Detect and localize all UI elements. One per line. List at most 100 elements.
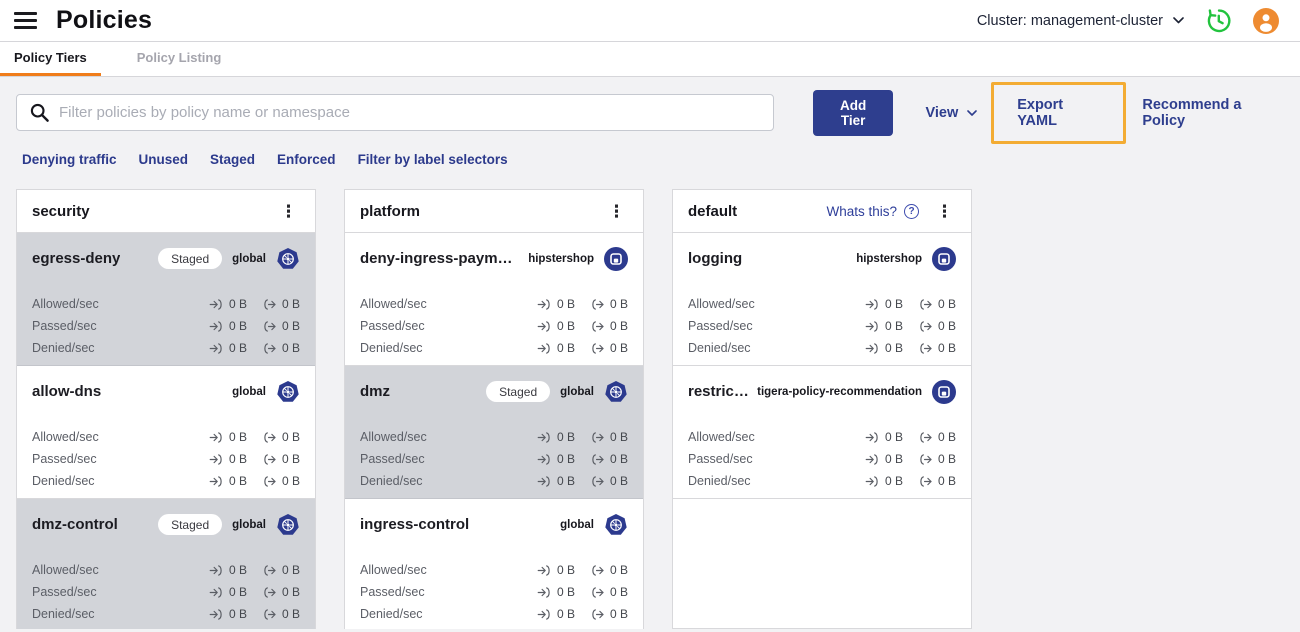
policy-card[interactable]: logging hipstershop Allowed/sec 0 B0 B Pas… bbox=[673, 233, 971, 366]
tab-policy-listing[interactable]: Policy Listing bbox=[123, 42, 236, 76]
policy-card[interactable]: allow-dns global Allowed/sec 0 B0 B Passed… bbox=[17, 366, 315, 499]
egress-icon bbox=[262, 453, 277, 465]
metric-ingress-value: 0 B bbox=[556, 297, 575, 311]
egress-icon bbox=[262, 431, 277, 443]
filter-unused[interactable]: Unused bbox=[139, 152, 189, 167]
metric-egress-value: 0 B bbox=[937, 474, 956, 488]
filter-denying-traffic[interactable]: Denying traffic bbox=[22, 152, 117, 167]
metric-ingress-value: 0 B bbox=[228, 585, 247, 599]
export-yaml-button[interactable]: Export YAML bbox=[1017, 97, 1100, 129]
top-bar: Policies Cluster: management-cluster bbox=[0, 0, 1300, 42]
metric-row: Denied/sec 0 B 0 B bbox=[360, 474, 628, 488]
metric-label: Allowed/sec bbox=[32, 563, 99, 577]
policy-scope-label: global bbox=[232, 252, 266, 265]
policy-card[interactable]: deny-ingress-paymentservi… hipstershop A… bbox=[345, 233, 643, 366]
staged-badge: Staged bbox=[158, 514, 223, 535]
metric-ingress-value: 0 B bbox=[556, 319, 575, 333]
tier-name: platform bbox=[360, 202, 420, 220]
egress-icon bbox=[262, 564, 277, 576]
tier-menu-icon[interactable]: ⋮ bbox=[277, 203, 300, 220]
tier-name: default bbox=[688, 202, 738, 220]
question-circle-icon: ? bbox=[904, 203, 919, 219]
metric-row: Denied/sec 0 B 0 B bbox=[360, 341, 628, 355]
policy-metrics: Allowed/sec 0 B0 B Passed/sec 0 B0 B Denied/… bbox=[688, 297, 956, 355]
ingress-icon bbox=[537, 564, 552, 576]
metric-egress-value: 0 B bbox=[609, 297, 628, 311]
metric-label: Denied/sec bbox=[360, 607, 423, 621]
policy-metrics: Allowed/sec 0 B0 B Passed/sec 0 B0 B Denied/… bbox=[360, 563, 628, 621]
metric-ingress-value: 0 B bbox=[884, 430, 903, 444]
metric-label: Passed/sec bbox=[688, 452, 753, 466]
tier-help-link[interactable]: Whats this? ? bbox=[826, 203, 919, 219]
ingress-icon bbox=[209, 475, 224, 487]
metric-label: Allowed/sec bbox=[360, 430, 427, 444]
filter-by-label-selectors[interactable]: Filter by label selectors bbox=[358, 152, 508, 167]
view-dropdown-label: View bbox=[925, 104, 959, 121]
staged-badge: Staged bbox=[486, 381, 551, 402]
egress-icon bbox=[590, 298, 605, 310]
filter-enforced[interactable]: Enforced bbox=[277, 152, 336, 167]
metric-label: Allowed/sec bbox=[360, 563, 427, 577]
metric-label: Denied/sec bbox=[32, 341, 95, 355]
metric-egress-value: 0 B bbox=[609, 341, 628, 355]
tier-name: security bbox=[32, 202, 90, 220]
filter-staged[interactable]: Staged bbox=[210, 152, 255, 167]
metric-ingress-value: 0 B bbox=[228, 319, 247, 333]
add-tier-button[interactable]: Add Tier bbox=[812, 89, 894, 136]
metric-row: Allowed/sec 0 B 0 B bbox=[360, 297, 628, 311]
policy-card[interactable]: egress-deny Staged global Allowed/sec 0 B… bbox=[17, 233, 315, 366]
policy-metrics: Allowed/sec 0 B0 B Passed/sec 0 B0 B Denied/… bbox=[360, 297, 628, 355]
account-avatar-icon bbox=[1253, 7, 1279, 34]
cluster-selector-label: Cluster: management-cluster bbox=[976, 12, 1163, 29]
ingress-icon bbox=[537, 608, 552, 620]
ingress-icon bbox=[537, 586, 552, 598]
policy-scope-label: hipstershop bbox=[528, 252, 594, 265]
metric-egress-value: 0 B bbox=[937, 452, 956, 466]
metric-ingress-value: 0 B bbox=[556, 563, 575, 577]
metric-egress-value: 0 B bbox=[609, 607, 628, 621]
egress-icon bbox=[590, 475, 605, 487]
ingress-icon bbox=[209, 608, 224, 620]
metric-ingress-value: 0 B bbox=[884, 452, 903, 466]
tier-menu-icon[interactable]: ⋮ bbox=[933, 203, 956, 220]
egress-icon bbox=[262, 298, 277, 310]
policy-card[interactable]: dmz-control Staged global Allowed/sec 0 B… bbox=[17, 499, 315, 629]
policy-card[interactable]: ingress-control global Allowed/sec 0 B 0 B… bbox=[345, 499, 643, 629]
view-dropdown[interactable]: View bbox=[919, 97, 983, 129]
metric-row: Denied/sec 0 B 0 B bbox=[32, 474, 300, 488]
ingress-icon bbox=[209, 298, 224, 310]
policy-search-input[interactable] bbox=[59, 104, 761, 121]
egress-icon bbox=[918, 320, 933, 332]
account-button[interactable] bbox=[1252, 7, 1280, 35]
tier-menu-icon[interactable]: ⋮ bbox=[605, 203, 628, 220]
tier-policy-list: deny-ingress-paymentservi… hipstershop A… bbox=[345, 233, 643, 629]
metric-egress-value: 0 B bbox=[281, 430, 300, 444]
egress-icon bbox=[918, 342, 933, 354]
policy-card[interactable]: dmz Staged global Allowed/sec 0 B0 B Passe… bbox=[345, 366, 643, 499]
chevron-down-icon bbox=[967, 109, 978, 116]
policy-card[interactable]: restricted tigera-policy-recommendation … bbox=[673, 366, 971, 499]
metric-row: Denied/sec 0 B 0 B bbox=[688, 474, 956, 488]
metric-label: Allowed/sec bbox=[32, 430, 99, 444]
egress-icon bbox=[262, 342, 277, 354]
tab-policy-tiers[interactable]: Policy Tiers bbox=[0, 42, 101, 76]
ingress-icon bbox=[537, 342, 552, 354]
egress-icon bbox=[590, 320, 605, 332]
metric-egress-value: 0 B bbox=[281, 474, 300, 488]
policy-name: dmz-control bbox=[32, 516, 118, 533]
policy-scope-label: global bbox=[232, 518, 266, 531]
metric-label: Allowed/sec bbox=[360, 297, 427, 311]
metric-egress-value: 0 B bbox=[281, 341, 300, 355]
metric-ingress-value: 0 B bbox=[556, 341, 575, 355]
metric-row: Passed/sec 0 B 0 B bbox=[360, 452, 628, 466]
tier-header: platform ⋮ bbox=[345, 190, 643, 233]
history-icon bbox=[1207, 9, 1231, 33]
history-button[interactable] bbox=[1204, 7, 1232, 35]
policy-search bbox=[16, 94, 774, 131]
hamburger-menu-icon[interactable] bbox=[14, 12, 37, 29]
cluster-selector[interactable]: Cluster: management-cluster bbox=[977, 13, 1184, 29]
egress-icon bbox=[918, 453, 933, 465]
metric-row: Allowed/sec 0 B 0 B bbox=[360, 430, 628, 444]
recommend-policy-button[interactable]: Recommend a Policy bbox=[1136, 89, 1284, 137]
metric-ingress-value: 0 B bbox=[228, 452, 247, 466]
